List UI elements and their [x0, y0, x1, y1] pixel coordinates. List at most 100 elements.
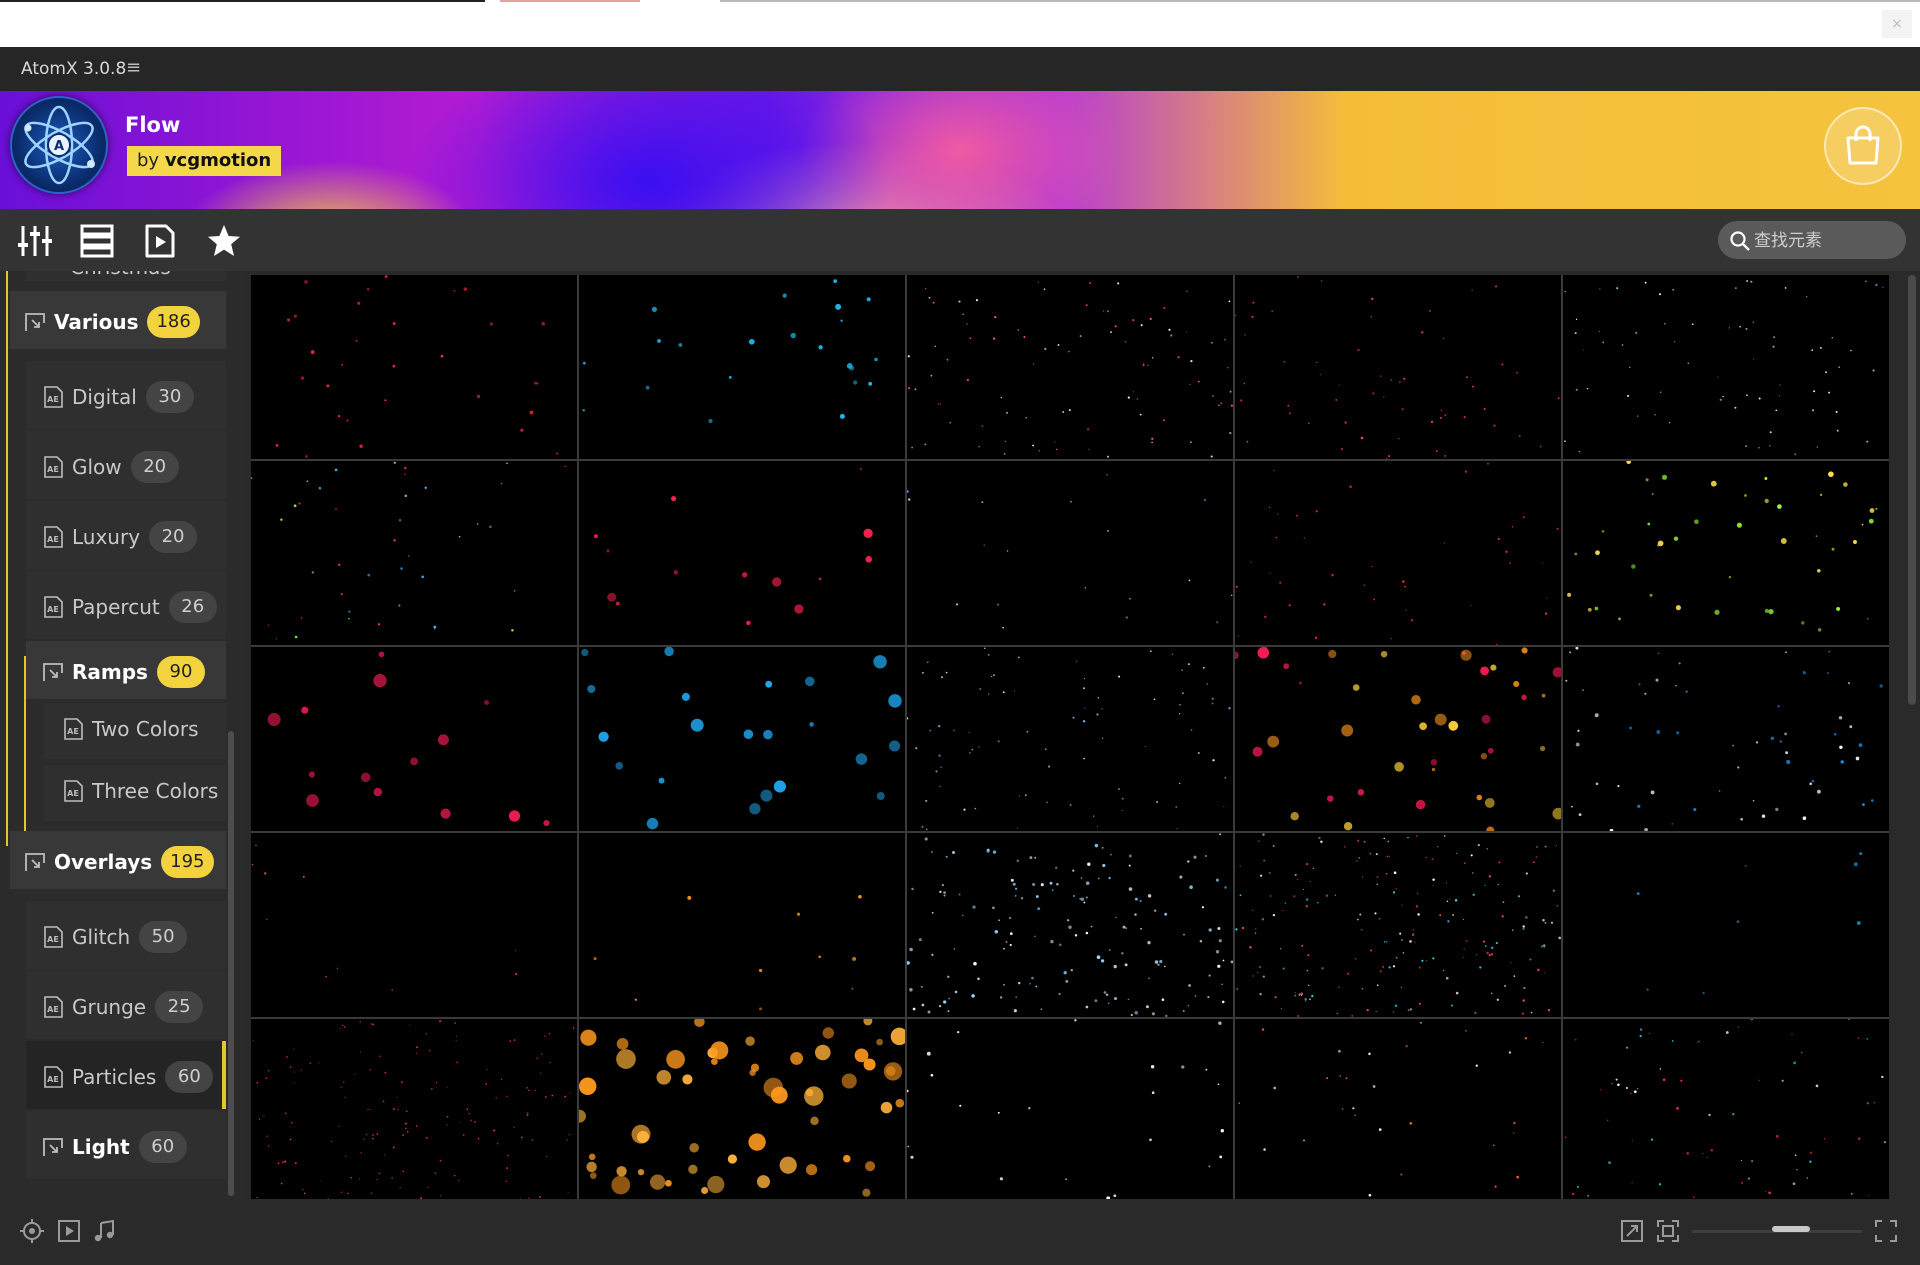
- sidebar-scrollbar[interactable]: [228, 731, 234, 1196]
- particle-dot: [1262, 975, 1265, 978]
- sidebar-item-papercut[interactable]: AE Papercut 26: [42, 591, 217, 623]
- thumbnail-preview: [593, 895, 862, 1011]
- particle-dot: [1072, 869, 1075, 872]
- particle-thumbnail[interactable]: [251, 275, 577, 459]
- particle-dot: [1318, 836, 1321, 840]
- music-note-icon[interactable]: [93, 1219, 117, 1243]
- sidebar-item-grunge[interactable]: AE Grunge 25: [42, 991, 204, 1023]
- slider-thumb[interactable]: [1772, 1226, 1810, 1232]
- particle-dot: [1224, 886, 1227, 889]
- sidebar-item-various[interactable]: Various 186: [24, 306, 200, 338]
- fullscreen-icon[interactable]: [1874, 1219, 1898, 1243]
- particle-dot: [1673, 536, 1679, 541]
- particle-thumbnail[interactable]: [251, 461, 577, 645]
- particle-dot: [1127, 998, 1130, 1001]
- list-view-icon[interactable]: [79, 223, 115, 259]
- sliders-icon[interactable]: [17, 223, 53, 259]
- sidebar-item-glow[interactable]: AE Glow 20: [42, 451, 179, 483]
- particle-dot: [924, 837, 928, 841]
- particle-dot: [1664, 323, 1666, 325]
- particle-dot: [1602, 341, 1605, 344]
- hamburger-icon[interactable]: ≡: [126, 57, 141, 78]
- particle-thumbnail[interactable]: [579, 275, 905, 459]
- fit-icon[interactable]: [1656, 1219, 1680, 1243]
- particle-dot: [1448, 720, 1459, 731]
- particle-dot: [1127, 396, 1130, 399]
- store-button[interactable]: [1824, 107, 1902, 185]
- particle-dot: [1529, 958, 1532, 961]
- particle-dot: [1542, 1041, 1544, 1044]
- particle-thumbnail[interactable]: [251, 647, 577, 831]
- particle-dot: [1065, 980, 1069, 983]
- sidebar-item-label: Various: [54, 310, 139, 334]
- search-box[interactable]: [1718, 221, 1906, 259]
- particle-thumbnail[interactable]: [907, 833, 1233, 1017]
- particle-dot: [1420, 1021, 1422, 1024]
- sidebar-item-partial[interactable]: Christmas: [70, 271, 171, 279]
- particle-dot: [957, 1030, 960, 1034]
- play-icon[interactable]: [57, 1219, 81, 1243]
- particle-thumbnail[interactable]: [1235, 833, 1561, 1017]
- particle-dot: [264, 872, 267, 875]
- particle-thumbnail[interactable]: [1563, 647, 1889, 831]
- sidebar-item-digital[interactable]: AE Digital 30: [42, 381, 194, 413]
- particle-dot: [336, 967, 338, 969]
- particle-thumbnail[interactable]: [907, 275, 1233, 459]
- particle-dot: [373, 673, 387, 688]
- expand-icon[interactable]: [1620, 1219, 1644, 1243]
- particle-thumbnail[interactable]: [907, 461, 1233, 645]
- particle-thumbnail[interactable]: [579, 647, 905, 831]
- particle-thumbnail[interactable]: [1563, 833, 1889, 1017]
- particle-thumbnail[interactable]: [1235, 275, 1561, 459]
- particle-dot: [1034, 856, 1037, 859]
- particle-dot: [1070, 501, 1072, 503]
- particle-dot: [940, 676, 944, 679]
- particle-dot: [1659, 391, 1662, 394]
- sidebar-item-particles[interactable]: AE Particles 60: [42, 1061, 214, 1093]
- grid-scrollbar[interactable]: [1908, 275, 1916, 705]
- gear-target-icon[interactable]: [20, 1219, 44, 1243]
- particle-dot: [326, 384, 330, 388]
- particle-dot: [1153, 698, 1156, 701]
- favorites-star-icon[interactable]: [206, 223, 242, 259]
- particle-thumbnail[interactable]: [1563, 275, 1889, 459]
- particle-thumbnail[interactable]: [907, 647, 1233, 831]
- sidebar-item-two-colors[interactable]: AE Two Colors: [62, 717, 199, 741]
- particle-thumbnail[interactable]: [1235, 1019, 1561, 1199]
- particle-thumbnail[interactable]: [579, 461, 905, 645]
- search-input[interactable]: [1752, 227, 1896, 255]
- particle-thumbnail[interactable]: [251, 833, 577, 1017]
- particle-dot: [369, 1108, 371, 1110]
- particle-dot: [344, 1096, 346, 1098]
- particle-dot: [1108, 949, 1111, 951]
- sidebar-item-glitch[interactable]: AE Glitch 50: [42, 921, 188, 953]
- particle-dot: [1294, 873, 1297, 876]
- particle-thumbnail[interactable]: [1235, 461, 1561, 645]
- particle-thumbnail[interactable]: [1563, 461, 1889, 645]
- particle-dot: [1283, 360, 1286, 363]
- particle-dot: [1132, 391, 1135, 393]
- particle-dot: [551, 1094, 554, 1097]
- sidebar-item-ramps[interactable]: Ramps 90: [42, 656, 205, 688]
- sidebar-item-light[interactable]: Light 60: [42, 1131, 187, 1163]
- particle-thumbnail[interactable]: [1563, 1019, 1889, 1199]
- particle-thumbnail[interactable]: [251, 1019, 577, 1199]
- particle-dot: [1294, 994, 1297, 997]
- preview-icon[interactable]: [142, 223, 178, 259]
- sidebar-item-overlays[interactable]: Overlays 195: [24, 846, 214, 878]
- window-close-button[interactable]: ×: [1882, 10, 1912, 38]
- particle-dot: [1360, 436, 1364, 440]
- particle-dot: [1168, 328, 1171, 331]
- pack-author-label[interactable]: by vcgmotion: [127, 146, 282, 176]
- sidebar-item-three-colors[interactable]: AE Three Colors: [62, 779, 218, 803]
- particle-dot: [1216, 621, 1219, 624]
- particle-thumbnail[interactable]: [907, 1019, 1233, 1199]
- particle-thumbnail[interactable]: [579, 833, 905, 1017]
- particle-dot: [378, 651, 385, 658]
- particle-dot: [963, 808, 966, 811]
- particle-dot: [1598, 331, 1601, 333]
- particle-dot: [1014, 887, 1018, 890]
- particle-thumbnail[interactable]: [579, 1019, 905, 1199]
- particle-thumbnail[interactable]: [1235, 647, 1561, 831]
- sidebar-item-luxury[interactable]: AE Luxury 20: [42, 521, 198, 553]
